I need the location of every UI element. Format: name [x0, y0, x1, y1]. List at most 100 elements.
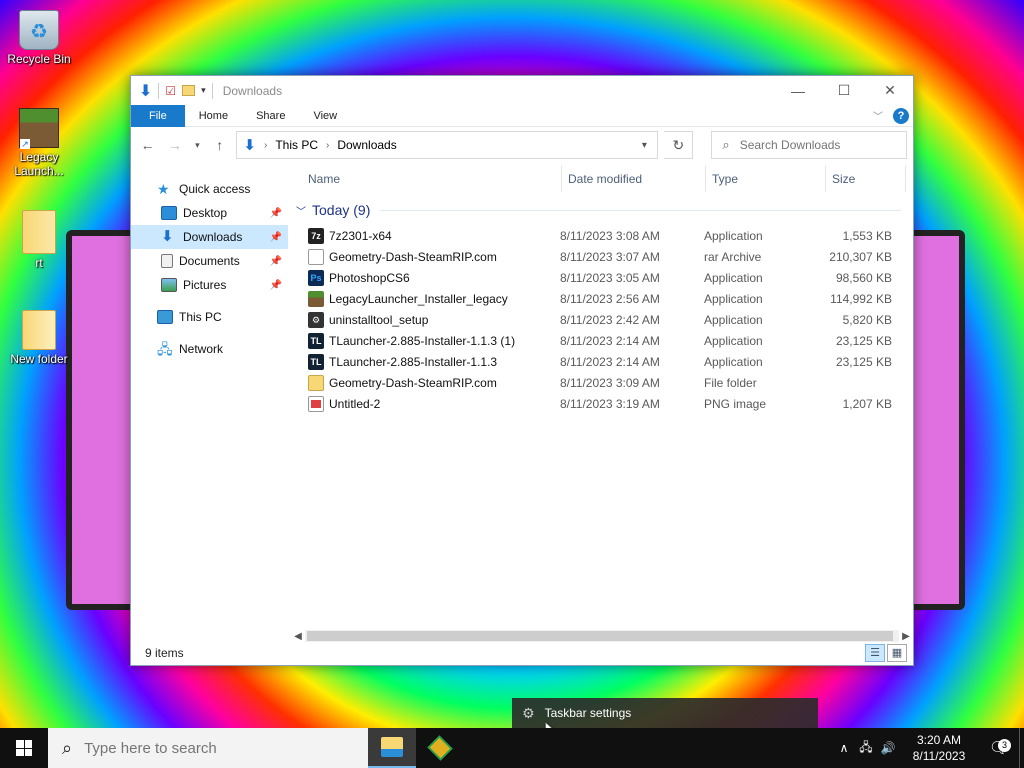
desktop-icon-new-folder[interactable]: New folder	[4, 310, 74, 366]
file-name: TLauncher-2.885-Installer-1.1.3 (1)	[329, 333, 516, 348]
file-size: 114,992 KB	[830, 291, 892, 306]
desktop-icon-rt-folder[interactable]: rt	[4, 210, 74, 270]
pin-icon[interactable]: 📌	[270, 232, 282, 243]
column-header-name[interactable]: Name	[288, 165, 562, 192]
taskbar-app-file-explorer[interactable]	[368, 728, 416, 768]
table-row[interactable]: Ps PhotoshopCS6 8/11/2023 3:05 AM Applica…	[288, 267, 913, 288]
network-icon[interactable]: 🖧	[855, 738, 877, 759]
sidebar-item-quick-access[interactable]: ★ Quick access	[131, 177, 288, 201]
scroll-thumb[interactable]	[307, 631, 893, 641]
column-header-size[interactable]: Size	[826, 165, 906, 192]
clock[interactable]: 3:20 AM 8/11/2023	[899, 732, 979, 764]
large-icons-view-icon[interactable]: ▦	[887, 644, 907, 662]
new-folder-icon[interactable]	[182, 85, 196, 96]
pin-icon[interactable]: 📌	[270, 208, 282, 219]
pin-icon[interactable]: 📌	[270, 280, 282, 291]
notification-count-badge: 3	[998, 739, 1011, 752]
chevron-right-icon[interactable]: ›	[264, 140, 267, 151]
group-header-today[interactable]: ﹀ Today (9)	[288, 199, 913, 221]
table-row[interactable]: LegacyLauncher_Installer_legacy 8/11/202…	[288, 288, 913, 309]
desktop-icon-legacy-launcher[interactable]: ↗ Legacy Launch...	[4, 108, 74, 178]
ribbon-right: ﹀ ?	[873, 107, 913, 124]
customize-toolbar-icon[interactable]: ▾	[201, 85, 206, 96]
column-header-date[interactable]: Date modified	[562, 165, 706, 192]
downloads-arrow-icon: ⬇	[243, 137, 256, 154]
geometry-dash-icon	[427, 735, 453, 761]
wallpaper-shape-right	[905, 230, 965, 610]
tab-home[interactable]: Home	[185, 105, 242, 127]
sidebar-item-network[interactable]: 🖧 Network	[131, 337, 288, 361]
file-size: 210,307 KB	[829, 249, 892, 264]
tlauncher-icon: TL	[308, 332, 324, 349]
taskbar: ⌕ ∧ 🖧 🔊 3:20 AM 8/11/2023 🗨 3	[0, 728, 1024, 768]
tab-file[interactable]: File	[131, 104, 185, 127]
desktop-icon-recycle-bin[interactable]: Recycle Bin	[4, 10, 74, 66]
file-date: 8/11/2023 3:07 AM	[560, 249, 660, 264]
chevron-right-icon[interactable]: ›	[326, 140, 329, 151]
pin-icon[interactable]: 📌	[270, 256, 282, 267]
group-divider	[380, 209, 901, 211]
file-explorer-window: ⬇ ☑ ▾ Downloads — ☐ ✕ File Home Share Vi…	[130, 75, 914, 666]
desktop-icon-label: New folder	[10, 352, 68, 366]
menu-item-taskbar-settings[interactable]: Taskbar settings	[545, 706, 632, 720]
file-date: 8/11/2023 3:19 AM	[560, 396, 660, 411]
file-type: Application	[704, 354, 763, 369]
scroll-left-icon[interactable]: ◀	[291, 631, 305, 642]
sidebar-item-pictures[interactable]: Pictures 📌	[131, 273, 288, 297]
sidebar-item-desktop[interactable]: Desktop 📌	[131, 201, 288, 225]
column-header-type[interactable]: Type	[706, 165, 826, 192]
sidebar-item-downloads[interactable]: ⬇ Downloads 📌	[131, 225, 288, 249]
search-input[interactable]	[739, 138, 900, 152]
table-row[interactable]: TL TLauncher-2.885-Installer-1.1.3 (1) 8/…	[288, 330, 913, 351]
taskbar-app-geometry-dash[interactable]	[416, 728, 464, 768]
properties-icon[interactable]: ☑	[165, 84, 176, 98]
title-bar[interactable]: ⬇ ☑ ▾ Downloads — ☐ ✕	[131, 76, 913, 105]
recent-locations-icon[interactable]: ▾	[192, 140, 204, 151]
table-row[interactable]: 7z 7z2301-x64 8/11/2023 3:08 AM Applicati…	[288, 225, 913, 246]
refresh-button[interactable]: ↻	[664, 131, 694, 159]
group-label: Today (9)	[312, 202, 371, 218]
breadcrumb-this-pc[interactable]: This PC	[275, 138, 318, 152]
file-type: Application	[704, 228, 763, 243]
table-row[interactable]: Geometry-Dash-SteamRIP.com 8/11/2023 3:0…	[288, 246, 913, 267]
file-type: rar Archive	[704, 249, 762, 264]
action-center-button[interactable]: 🗨 3	[979, 738, 1019, 758]
chevron-up-icon[interactable]: ∧	[833, 741, 855, 755]
table-row[interactable]: ⚙ uninstalltool_setup 8/11/2023 2:42 AM A…	[288, 309, 913, 330]
scroll-right-icon[interactable]: ▶	[899, 631, 913, 642]
chevron-down-icon[interactable]: ▾	[631, 140, 657, 151]
volume-icon[interactable]: 🔊	[877, 741, 899, 755]
details-view-icon[interactable]: ☰	[865, 644, 885, 662]
taskbar-context-menu: ⚙ Taskbar settings	[512, 698, 818, 728]
tab-share[interactable]: Share	[242, 105, 299, 127]
taskbar-search-input[interactable]	[84, 739, 345, 757]
forward-arrow-icon[interactable]: →	[164, 137, 185, 153]
file-name: Geometry-Dash-SteamRIP.com	[329, 249, 497, 264]
minimize-button[interactable]: —	[775, 76, 821, 105]
tab-view[interactable]: View	[299, 105, 351, 127]
address-bar[interactable]: ⬇ › This PC › Downloads ▾	[236, 131, 659, 159]
expand-ribbon-icon[interactable]: ﹀	[873, 108, 883, 123]
search-box[interactable]: ⌕	[711, 131, 908, 159]
up-arrow-icon[interactable]: ↑	[209, 137, 230, 153]
maximize-button[interactable]: ☐	[821, 76, 867, 105]
table-row[interactable]: Untitled-2 8/11/2023 3:19 AM PNG image 1…	[288, 393, 913, 414]
start-button[interactable]	[0, 728, 48, 768]
close-button[interactable]: ✕	[867, 76, 913, 105]
sidebar-item-documents[interactable]: Documents 📌	[131, 249, 288, 273]
file-list: Name Date modified Type Size ﹀ Today (9)…	[288, 163, 913, 641]
table-row[interactable]: Geometry-Dash-SteamRIP.com 8/11/2023 3:0…	[288, 372, 913, 393]
desktop-icon-label: rt	[35, 256, 43, 270]
divider	[158, 82, 160, 99]
back-arrow-icon[interactable]: ←	[137, 137, 158, 153]
sidebar-item-label: Network	[179, 342, 224, 356]
window-title: Downloads	[222, 83, 283, 98]
file-name: 7z2301-x64	[329, 228, 392, 243]
taskbar-search-box[interactable]: ⌕	[48, 728, 368, 768]
help-button[interactable]: ?	[893, 107, 909, 124]
sidebar-item-this-pc[interactable]: This PC	[131, 305, 288, 329]
table-row[interactable]: TL TLauncher-2.885-Installer-1.1.3 8/11/2…	[288, 351, 913, 372]
show-desktop-button[interactable]	[1019, 728, 1024, 768]
breadcrumb-downloads[interactable]: Downloads	[337, 138, 396, 152]
file-size: 1,553 KB	[842, 228, 892, 243]
